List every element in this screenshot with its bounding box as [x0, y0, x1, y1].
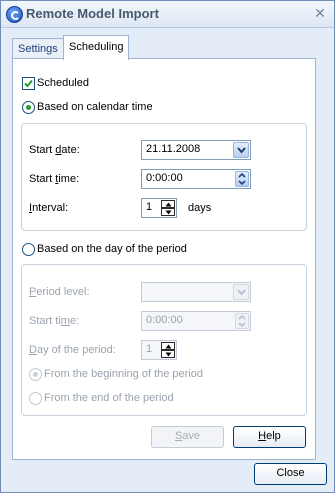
period-group: Period level: Start time: 0:00:00 Day of… — [21, 264, 307, 416]
interval-unit-label: days — [188, 202, 212, 214]
start-time-label: Start time: — [29, 173, 80, 185]
start-date-dropdown[interactable]: 21.11.2008 — [141, 140, 251, 160]
from-beginning-radio[interactable] — [29, 368, 42, 381]
spinner-icon[interactable] — [235, 171, 249, 187]
tab-scheduling[interactable]: Scheduling — [63, 35, 130, 60]
from-beginning-label: From the beginning of the period — [44, 368, 203, 380]
help-button[interactable]: Help — [233, 426, 306, 448]
chevron-down-icon[interactable] — [233, 142, 249, 158]
from-end-label: From the end of the period — [44, 392, 174, 404]
spinner-icon[interactable] — [161, 342, 175, 358]
remote-model-import-dialog: Remote Model Import ✕ Settings Schedulin… — [0, 0, 335, 493]
period-day-radio[interactable] — [22, 243, 35, 256]
interval-value: 1 — [146, 201, 153, 213]
calendar-time-label: Based on calendar time — [37, 101, 153, 113]
scheduled-label: Scheduled — [37, 77, 89, 89]
tab-settings[interactable]: Settings — [12, 38, 64, 59]
period-start-time-value: 0:00:00 — [146, 314, 183, 326]
period-start-time-spinner[interactable]: 0:00:00 — [141, 311, 251, 331]
calendar-time-group: Start date: 21.11.2008 Start time: 0:00:… — [21, 123, 307, 231]
period-level-dropdown[interactable] — [141, 282, 251, 302]
start-date-label: Start date: — [29, 144, 80, 156]
period-day-label: Based on the day of the period — [37, 243, 187, 255]
interval-label: Interval: — [29, 202, 69, 214]
day-of-period-value: 1 — [146, 343, 153, 355]
scheduling-tab-page: Scheduled Based on calendar time Start d… — [12, 58, 316, 460]
day-of-period-spinner[interactable]: 1 — [141, 340, 177, 360]
period-level-label: Period level: — [29, 286, 90, 298]
spinner-icon[interactable] — [161, 200, 175, 216]
from-end-radio[interactable] — [29, 392, 42, 405]
start-date-value: 21.11.2008 — [146, 143, 201, 155]
close-button[interactable]: Close — [254, 463, 327, 485]
checkmark-icon — [24, 79, 33, 88]
day-of-period-label: Day of the period: — [29, 344, 116, 356]
period-start-time-label: Start time: — [29, 315, 80, 327]
spin-up-icon[interactable] — [161, 200, 175, 208]
window-title: Remote Model Import — [26, 6, 159, 21]
title-bar[interactable]: Remote Model Import ✕ — [1, 1, 334, 28]
close-window-icon[interactable]: ✕ — [312, 5, 328, 21]
save-button[interactable]: Save — [151, 426, 224, 448]
calendar-time-radio[interactable] — [22, 101, 35, 114]
spin-down-icon[interactable] — [161, 208, 175, 216]
scheduled-checkbox[interactable] — [22, 77, 35, 90]
chevron-down-icon[interactable] — [233, 284, 249, 300]
interval-spinner[interactable]: 1 — [141, 198, 177, 218]
start-time-spinner[interactable]: 0:00:00 — [141, 169, 251, 189]
spinner-icon[interactable] — [235, 313, 249, 329]
spin-up-icon[interactable] — [161, 342, 175, 350]
app-icon — [6, 6, 23, 23]
start-time-value: 0:00:00 — [146, 172, 183, 184]
spin-down-icon[interactable] — [161, 350, 175, 358]
